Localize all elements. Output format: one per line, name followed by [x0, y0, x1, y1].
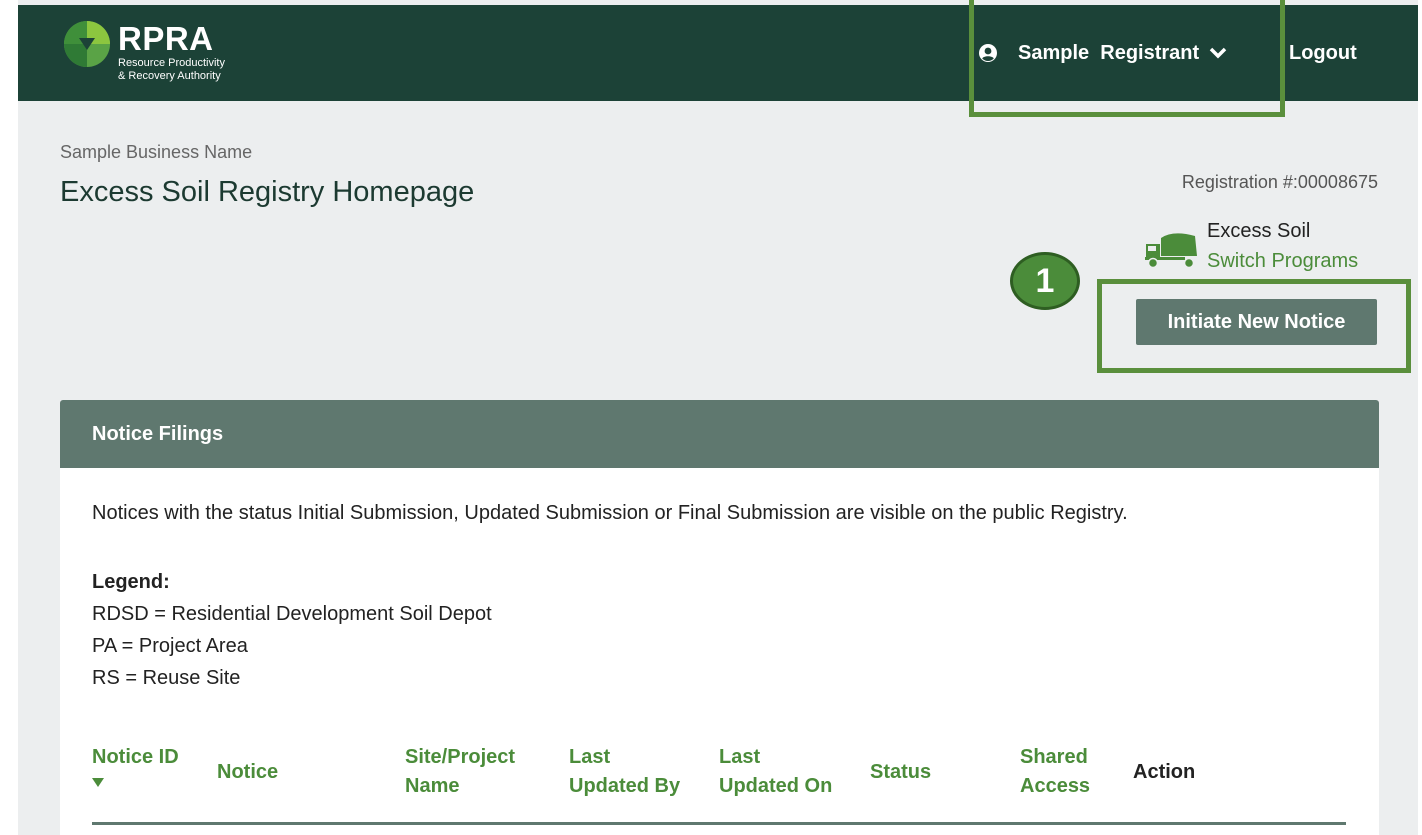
column-label: Status [870, 761, 932, 783]
column-label-line2: Name [405, 775, 460, 797]
table-header-divider [92, 822, 1346, 825]
column-label-line1: Last [569, 746, 611, 768]
rpra-logo[interactable]: RPRA Resource Productivity & Recovery Au… [62, 19, 282, 91]
legend: Legend: RDSD = Residential Development S… [92, 566, 492, 694]
column-label-line2: Updated On [719, 775, 833, 797]
initiate-new-notice-button[interactable]: Initiate New Notice [1136, 299, 1377, 345]
sort-descending-icon [92, 778, 104, 787]
column-label-line1: Site/Project [405, 746, 516, 768]
column-label-line1: Shared [1020, 746, 1088, 768]
business-name: Sample Business Name [60, 142, 253, 162]
notice-filings-panel: Notice Filings Notices with the status I… [60, 400, 1379, 835]
logout-link[interactable]: Logout [1289, 38, 1357, 68]
column-label: Notice [217, 761, 279, 783]
rpra-logo-mark-icon [64, 21, 110, 67]
column-header-last-updated-on[interactable]: Last Updated On [719, 743, 832, 801]
legend-item: RDSD = Residential Development Soil Depo… [92, 603, 492, 625]
column-header-action: Action [1133, 758, 1195, 787]
step-number-badge: 1 [1010, 252, 1080, 310]
column-header-site-project-name[interactable]: Site/Project Name [405, 743, 515, 801]
column-label-line2: Access [1020, 775, 1091, 797]
logo-subtitle-line1: Resource Productivity [118, 57, 225, 69]
visibility-note: Notices with the status Initial Submissi… [92, 502, 1128, 524]
registration-number: Registration #:00008675 [1181, 172, 1378, 192]
logo-subtitle-line2: & Recovery Authority [118, 70, 221, 82]
column-label: Notice ID [92, 746, 179, 768]
program-name: Excess Soil [1207, 220, 1311, 242]
legend-item: RS = Reuse Site [92, 667, 241, 689]
column-label: Action [1133, 761, 1196, 783]
dump-truck-icon [1145, 233, 1197, 269]
column-header-status[interactable]: Status [870, 758, 931, 787]
switch-programs-link[interactable]: Switch Programs [1207, 250, 1358, 273]
legend-item: PA = Project Area [92, 635, 248, 657]
column-label-line2: Updated By [569, 775, 681, 797]
logo-subtitle: Resource Productivity & Recovery Authori… [118, 57, 278, 83]
notices-table-header: Notice ID Notice Site/Project Name Last … [92, 743, 1346, 823]
column-header-notice[interactable]: Notice [217, 758, 278, 787]
user-menu-callout-highlight [969, 0, 1285, 117]
panel-title: Notice Filings [60, 400, 1379, 468]
column-header-last-updated-by[interactable]: Last Updated By [569, 743, 680, 801]
current-program: Excess Soil Switch Programs [1143, 220, 1383, 280]
logo-wordmark: RPRA [118, 20, 214, 57]
column-header-shared-access[interactable]: Shared Access [1020, 743, 1090, 801]
page-title: Excess Soil Registry Homepage [60, 176, 475, 208]
legend-title: Legend: [92, 571, 170, 593]
column-header-notice-id[interactable]: Notice ID [92, 743, 179, 788]
column-label-line1: Last [719, 746, 761, 768]
